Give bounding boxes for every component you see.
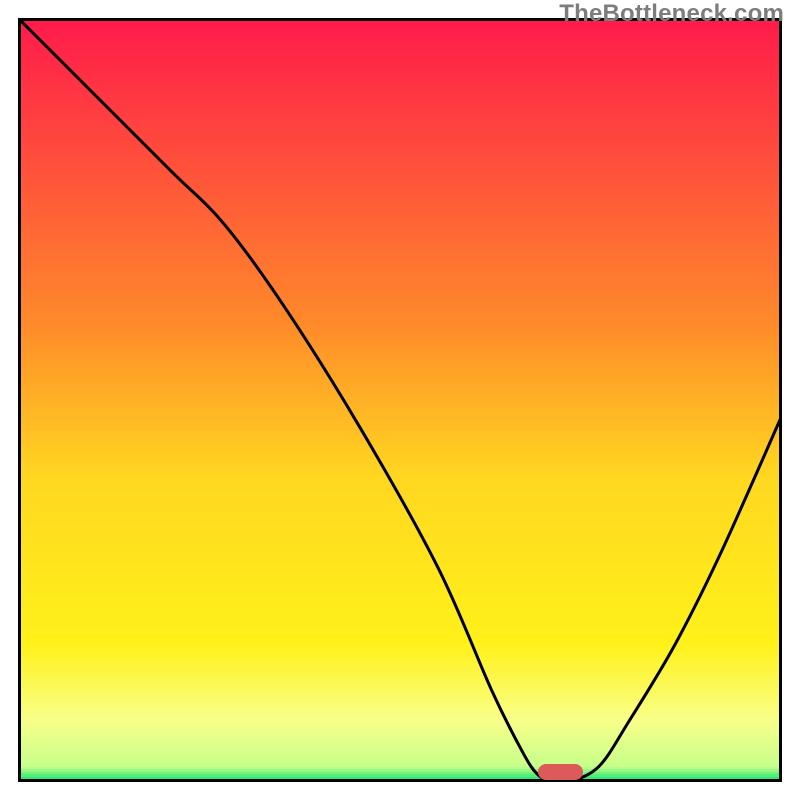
bottleneck-curve [18,18,782,782]
chart-frame: TheBottleneck.com [0,0,800,800]
optimal-marker [538,764,584,780]
curve-layer [18,18,782,782]
watermark-text: TheBottleneck.com [559,0,784,28]
plot-area [18,18,782,782]
